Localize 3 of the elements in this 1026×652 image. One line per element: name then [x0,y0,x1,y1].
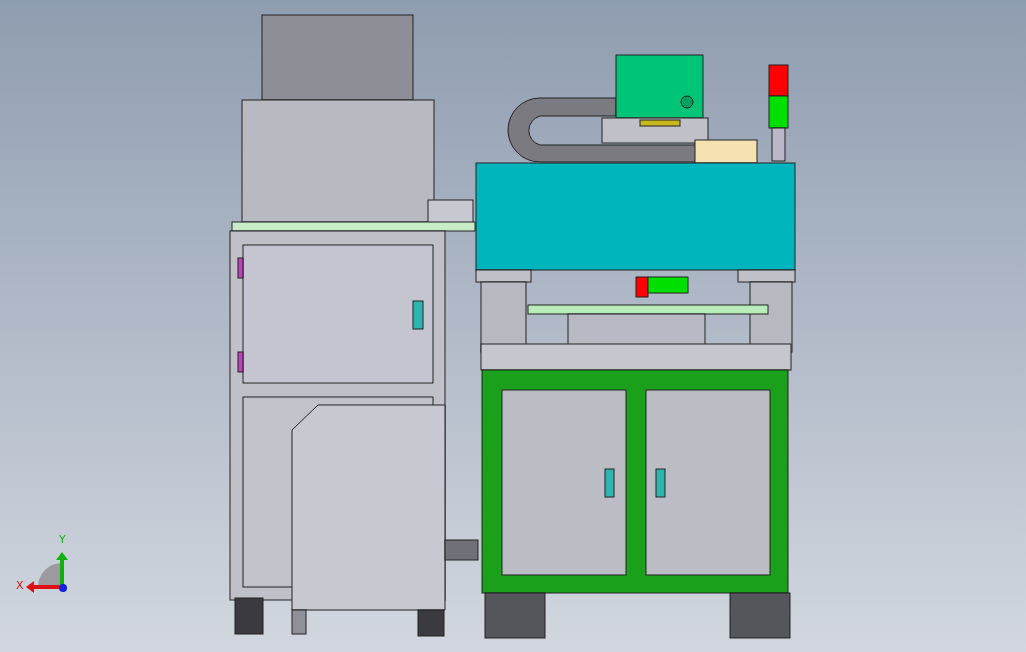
x-axis-label: X [16,579,24,592]
axis-triad-icon [26,552,68,593]
y-axis-label: Y [59,533,66,546]
